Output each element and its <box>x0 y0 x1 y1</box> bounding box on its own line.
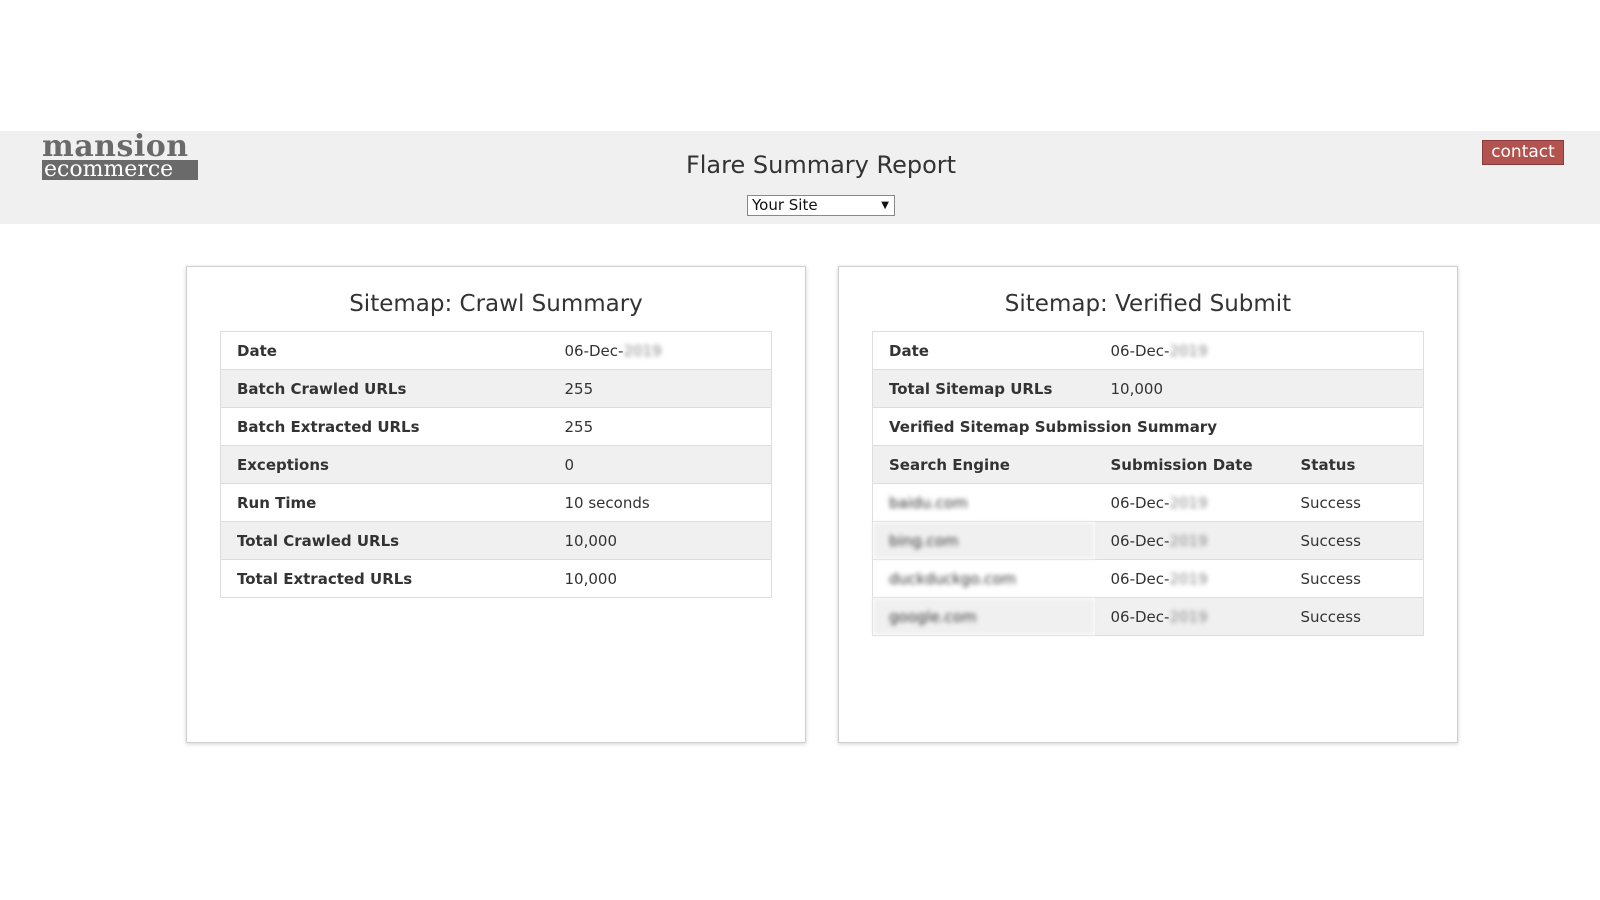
column-header-status: Status <box>1284 445 1424 484</box>
date-text: 06-Dec- <box>1110 569 1170 588</box>
search-engine-name: google.com <box>872 597 1095 636</box>
table-row: Batch Extracted URLs 255 <box>220 407 772 446</box>
row-label: Batch Extracted URLs <box>220 407 549 446</box>
table-row: duckduckgo.com 06-Dec-2019 Success <box>872 559 1424 598</box>
submission-date: 06-Dec-2019 <box>1094 597 1285 636</box>
submission-date: 06-Dec-2019 <box>1094 521 1285 560</box>
exceptions-value: 0 <box>548 445 772 484</box>
row-value: 255 <box>548 369 772 408</box>
table-row: baidu.com 06-Dec-2019 Success <box>872 483 1424 522</box>
blurred-year: 2019 <box>623 341 662 360</box>
date-text: 06-Dec- <box>1110 531 1170 550</box>
table-row: Total Sitemap URLs 10,000 <box>872 369 1424 408</box>
row-value: 10,000 <box>548 521 772 560</box>
blurred-year: 2019 <box>1169 493 1208 512</box>
row-label: Date <box>220 331 549 370</box>
submission-date: 06-Dec-2019 <box>1094 559 1285 598</box>
verified-submit-title: Sitemap: Verified Submit <box>1004 291 1292 317</box>
crawl-summary-title: Sitemap: Crawl Summary <box>349 291 643 317</box>
verified-submit-table: Date 06-Dec-2019 Total Sitemap URLs 10,0… <box>872 331 1424 636</box>
row-value: 255 <box>548 407 772 446</box>
table-row: Total Extracted URLs 10,000 <box>220 559 772 598</box>
row-label: Exceptions <box>220 445 549 484</box>
date-text: 06-Dec- <box>564 341 624 360</box>
blurred-year: 2019 <box>1169 341 1208 360</box>
column-header-date: Submission Date <box>1094 445 1285 484</box>
submission-date: 06-Dec-2019 <box>1094 483 1285 522</box>
verified-submit-card: Sitemap: Verified Submit Date 06-Dec-201… <box>838 266 1458 743</box>
row-label: Total Sitemap URLs <box>872 369 1095 408</box>
status-value: Success <box>1284 597 1424 636</box>
search-engine-name: baidu.com <box>872 483 1095 522</box>
search-engine-name: duckduckgo.com <box>872 559 1095 598</box>
search-engine-name: bing.com <box>872 521 1095 560</box>
contact-button[interactable]: contact <box>1482 140 1564 165</box>
row-label: Batch Crawled URLs <box>220 369 549 408</box>
blurred-year: 2019 <box>1169 569 1208 588</box>
date-text: 06-Dec- <box>1110 607 1170 626</box>
row-label: Total Extracted URLs <box>220 559 549 598</box>
submission-summary-label: Verified Sitemap Submission Summary <box>872 407 1424 446</box>
row-value: 06-Dec-2019 <box>1094 331 1424 370</box>
row-label: Total Crawled URLs <box>220 521 549 560</box>
site-select[interactable]: Your Site ▼ <box>747 195 895 216</box>
row-value: 10,000 <box>1094 369 1424 408</box>
table-row: google.com 06-Dec-2019 Success <box>872 597 1424 636</box>
date-text: 06-Dec- <box>1110 493 1170 512</box>
crawl-summary-table: Date 06-Dec-2019 Batch Crawled URLs 255 … <box>220 331 772 598</box>
site-select-value: Your Site <box>752 196 818 214</box>
table-row: Date 06-Dec-2019 <box>872 331 1424 370</box>
row-label: Date <box>872 331 1095 370</box>
status-value: Success <box>1284 521 1424 560</box>
row-value: 10,000 <box>548 559 772 598</box>
dropdown-arrow-icon: ▼ <box>881 200 889 211</box>
row-value: 10 seconds <box>548 483 772 522</box>
table-row: bing.com 06-Dec-2019 Success <box>872 521 1424 560</box>
table-header-row: Search Engine Submission Date Status <box>872 445 1424 484</box>
table-row: Batch Crawled URLs 255 <box>220 369 772 408</box>
row-label: Run Time <box>220 483 549 522</box>
blurred-year: 2019 <box>1169 607 1208 626</box>
row-value: 06-Dec-2019 <box>548 331 772 370</box>
status-value: Success <box>1284 483 1424 522</box>
table-row: Exceptions 0 <box>220 445 772 484</box>
status-value: Success <box>1284 559 1424 598</box>
column-header-engine: Search Engine <box>872 445 1095 484</box>
blurred-year: 2019 <box>1169 531 1208 550</box>
table-row: Run Time 10 seconds <box>220 483 772 522</box>
table-row: Verified Sitemap Submission Summary <box>872 407 1424 446</box>
table-row: Total Crawled URLs 10,000 <box>220 521 772 560</box>
crawl-summary-card: Sitemap: Crawl Summary Date 06-Dec-2019 … <box>186 266 806 743</box>
table-row: Date 06-Dec-2019 <box>220 331 772 370</box>
date-text: 06-Dec- <box>1110 341 1170 360</box>
page-title: Flare Summary Report <box>685 151 957 179</box>
header-bar: mansion ecommerce Flare Summary Report Y… <box>0 131 1600 224</box>
